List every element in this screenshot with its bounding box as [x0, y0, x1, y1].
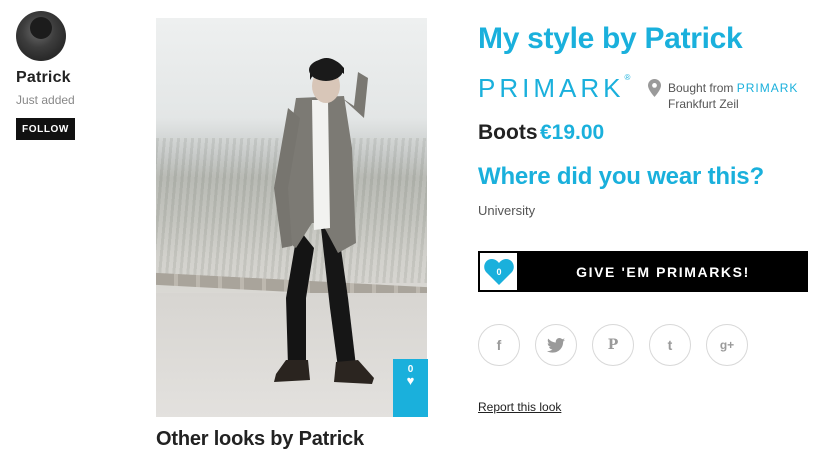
where-answer: University — [478, 203, 536, 218]
store-location: Frankfurt Zeil — [668, 97, 739, 111]
twitter-icon — [547, 337, 565, 353]
page-title: My style by Patrick — [478, 22, 743, 55]
bought-store-link[interactable]: PRIMARK — [737, 81, 799, 95]
report-look-link[interactable]: Report this look — [478, 400, 561, 414]
heart-count-icon: 0 — [480, 253, 517, 290]
tumblr-share-button[interactable]: t — [649, 324, 691, 366]
user-name[interactable]: Patrick — [16, 69, 71, 87]
pinterest-share-button[interactable]: P — [592, 324, 634, 366]
give-primarks-button[interactable]: 0 GIVE 'EM PRIMARKS! — [478, 251, 808, 292]
facebook-share-button[interactable]: f — [478, 324, 520, 366]
twitter-share-button[interactable] — [535, 324, 577, 366]
tumblr-icon: t — [667, 337, 673, 353]
google-plus-icon: g+ — [719, 338, 735, 352]
brand-logo[interactable]: PRIMARK® — [478, 73, 630, 104]
like-badge[interactable]: 0 ♥ — [393, 359, 428, 417]
give-count: 0 — [496, 267, 501, 277]
item-price: €19.00 — [540, 121, 605, 144]
follow-button[interactable]: FOLLOW — [16, 118, 75, 140]
heart-icon: ♥ — [406, 373, 415, 388]
avatar[interactable] — [16, 11, 66, 61]
facebook-icon: f — [496, 337, 502, 353]
location-pin-icon — [648, 79, 661, 97]
google-plus-share-button[interactable]: g+ — [706, 324, 748, 366]
user-status: Just added — [16, 93, 75, 107]
registered-mark: ® — [624, 73, 631, 82]
item-name[interactable]: Boots — [478, 121, 538, 145]
give-label: GIVE 'EM PRIMARKS! — [576, 263, 750, 280]
other-looks-heading: Other looks by Patrick — [156, 428, 364, 450]
pinterest-icon: P — [607, 337, 619, 353]
look-photo[interactable] — [156, 18, 427, 417]
bought-from: Bought from PRIMARK Frankfurt Zeil — [668, 80, 798, 112]
where-heading: Where did you wear this? — [478, 163, 764, 190]
bought-prefix: Bought from — [668, 81, 734, 95]
brand-name: PRIMARK — [478, 73, 625, 103]
